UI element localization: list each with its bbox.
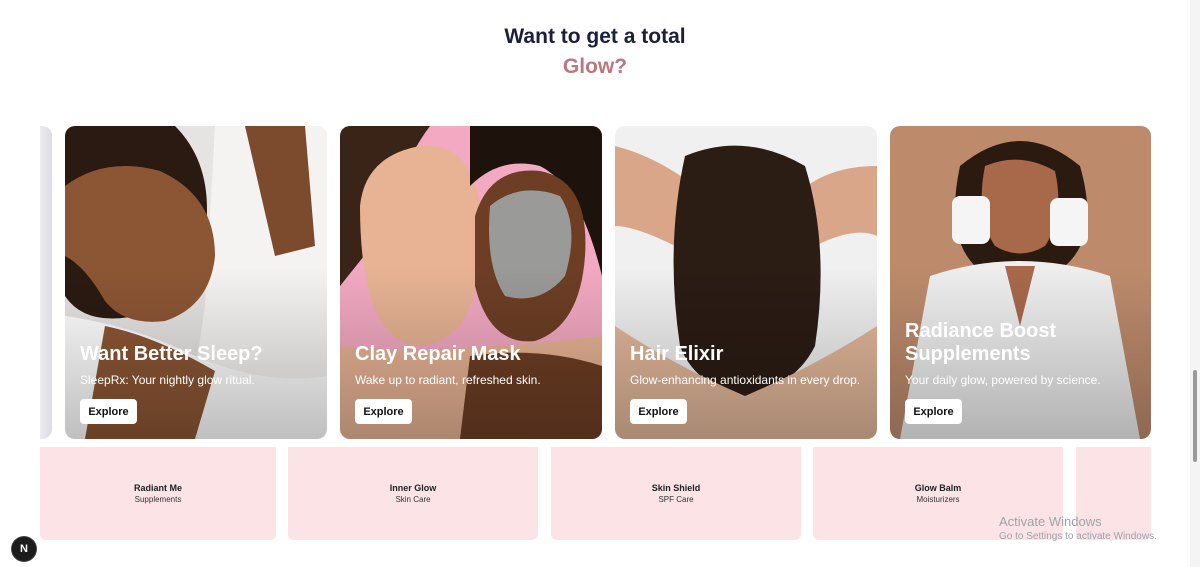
category-tile-radiant-me[interactable]: Radiant Me Supplements: [40, 447, 276, 540]
explore-button[interactable]: Explore: [355, 399, 412, 424]
explore-button[interactable]: Explore: [630, 399, 687, 424]
watermark-title: Activate Windows: [999, 514, 1102, 529]
card-subtitle: Your daily glow, powered by science.: [905, 373, 1101, 387]
tile-name: Skin Shield: [651, 483, 701, 493]
explore-button[interactable]: Explore: [80, 399, 137, 424]
previous-card-peek[interactable]: [40, 126, 52, 439]
section-heading: Want to get a total Glow?: [0, 24, 1190, 82]
card-clay-repair-mask[interactable]: Clay Repair Mask Wake up to radiant, ref…: [340, 126, 602, 439]
tile-category: SPF Care: [658, 495, 694, 504]
card-hair-elixir[interactable]: Hair Elixir Glow-enhancing antioxidants …: [615, 126, 877, 439]
tile-name: Inner Glow: [389, 483, 437, 493]
page-scrollbar[interactable]: [1190, 0, 1200, 567]
category-tile-inner-glow[interactable]: Inner Glow Skin Care: [288, 447, 538, 540]
card-title: Hair Elixir: [630, 343, 724, 365]
activate-windows-watermark: Activate Windows Go to Settings to activ…: [999, 514, 1157, 544]
watermark-subtitle: Go to Settings to activate Windows.: [999, 531, 1157, 542]
card-radiance-boost[interactable]: Radiance Boost Supplements Your daily gl…: [890, 126, 1151, 439]
explore-button[interactable]: Explore: [905, 399, 962, 424]
tile-category: Skin Care: [395, 495, 431, 504]
card-title: Want Better Sleep?: [80, 343, 263, 365]
nextjs-dev-badge-icon[interactable]: N: [12, 537, 36, 561]
tile-name: Glow Balm: [914, 483, 962, 493]
category-tile-skin-shield[interactable]: Skin Shield SPF Care: [551, 447, 801, 540]
scrollbar-thumb[interactable]: [1193, 370, 1197, 462]
card-subtitle: SleepRx: Your nightly glow ritual.: [80, 373, 255, 387]
tile-category: Moisturizers: [916, 495, 960, 504]
card-better-sleep[interactable]: Want Better Sleep? SleepRx: Your nightly…: [65, 126, 327, 439]
tile-category: Supplements: [134, 495, 182, 504]
tile-name: Radiant Me: [133, 483, 182, 493]
card-subtitle: Wake up to radiant, refreshed skin.: [355, 373, 541, 387]
card-subtitle: Glow-enhancing antioxidants in every dro…: [630, 373, 861, 387]
heading-line-2: Glow?: [562, 55, 628, 78]
heading-line-1: Want to get a total: [504, 25, 686, 48]
card-title: Clay Repair Mask: [355, 343, 521, 365]
card-title: Radiance Boost Supplements: [905, 320, 1057, 365]
